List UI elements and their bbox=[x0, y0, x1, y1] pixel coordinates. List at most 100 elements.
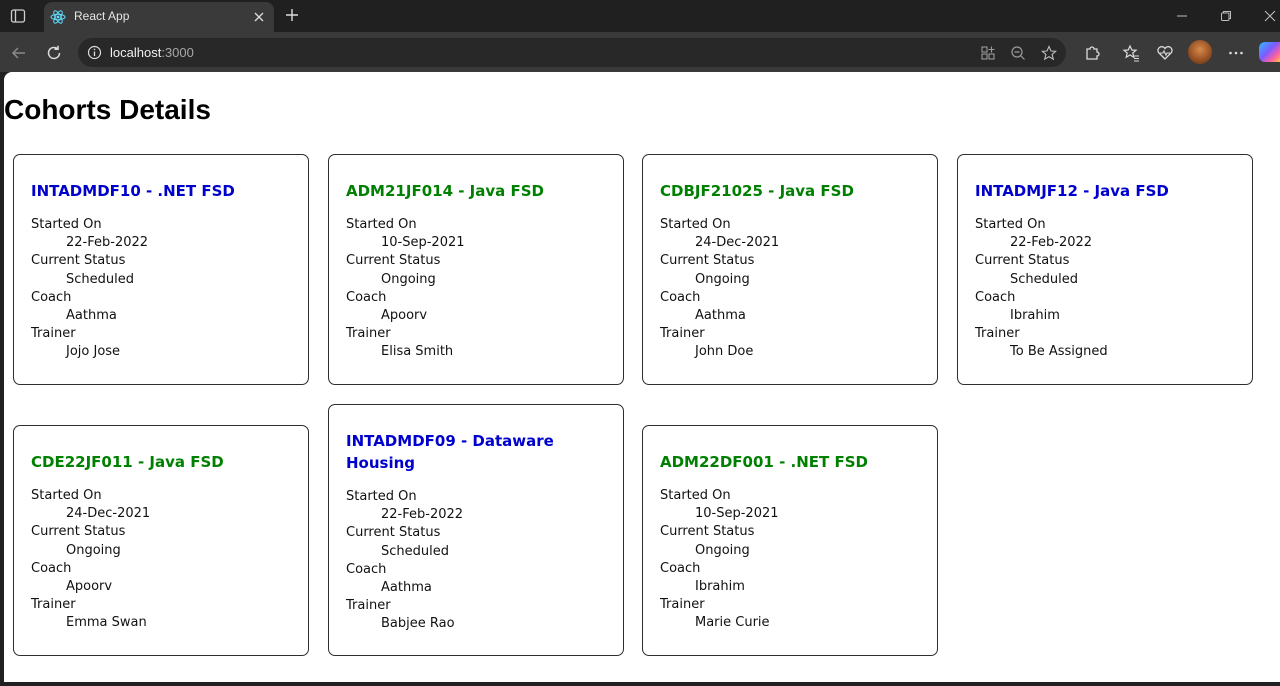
cohort-card: ADM22DF001 - .NET FSD Started On 10-Sep-20… bbox=[642, 425, 938, 656]
field-value-trainer: Babjee Rao bbox=[381, 616, 455, 632]
field-value-trainer: To Be Assigned bbox=[1010, 344, 1108, 360]
field-value-trainer: John Doe bbox=[695, 344, 754, 360]
cohort-details-list: Started On 24-Dec-2021 Current Status Ongoi… bbox=[660, 216, 779, 362]
field-label-coach: Coach bbox=[346, 561, 387, 577]
browser-toolbar: localhost:3000 bbox=[0, 32, 1280, 72]
tab-strip: React App bbox=[0, 0, 1280, 32]
cohort-card: INTADMDF10 - .NET FSD Started On 22-Feb-20… bbox=[13, 154, 309, 385]
field-value-started-on: 22-Feb-2022 bbox=[66, 235, 149, 251]
cohort-title: ADM21JF014 - Java FSD bbox=[346, 182, 544, 200]
field-value-coach: Apoorv bbox=[66, 579, 113, 595]
field-label-current-status: Current Status bbox=[346, 253, 441, 269]
field-label-current-status: Current Status bbox=[660, 253, 755, 269]
refresh-icon[interactable] bbox=[45, 44, 63, 62]
profile-avatar[interactable] bbox=[1188, 40, 1212, 64]
restore-icon[interactable] bbox=[1220, 10, 1232, 22]
cohort-details-list: Started On 22-Feb-2022 Current Status Sched… bbox=[31, 216, 148, 362]
field-label-trainer: Trainer bbox=[346, 326, 391, 342]
cohort-card: INTADMDF09 - Dataware Housing Started On 2… bbox=[328, 404, 624, 656]
field-label-coach: Coach bbox=[660, 289, 701, 305]
field-value-coach: Aathma bbox=[695, 308, 746, 324]
cohort-title: INTADMDF09 - Dataware Housing bbox=[346, 432, 554, 472]
field-value-current-status: Ongoing bbox=[66, 542, 121, 558]
cohort-title: CDE22JF011 - Java FSD bbox=[31, 453, 224, 471]
new-tab-icon[interactable] bbox=[284, 7, 300, 23]
field-label-coach: Coach bbox=[346, 289, 387, 305]
cohort-details-list: Started On 24-Dec-2021 Current Status Ongoi… bbox=[31, 487, 150, 633]
page-viewport: Cohorts Details INTADMDF10 - .NET FSD Sta… bbox=[4, 72, 1280, 682]
field-value-trainer: Emma Swan bbox=[66, 615, 147, 631]
field-value-trainer: Marie Curie bbox=[695, 615, 770, 631]
field-value-coach: Aathma bbox=[66, 308, 117, 324]
field-value-trainer: Elisa Smith bbox=[381, 344, 454, 360]
field-label-started-on: Started On bbox=[31, 488, 102, 503]
browser-tab[interactable]: React App bbox=[44, 2, 274, 32]
url-host: localhost bbox=[110, 45, 162, 60]
field-label-started-on: Started On bbox=[346, 489, 417, 504]
copilot-icon[interactable] bbox=[1259, 42, 1280, 62]
back-icon[interactable] bbox=[10, 44, 28, 62]
field-label-trainer: Trainer bbox=[660, 326, 705, 342]
field-label-trainer: Trainer bbox=[31, 326, 76, 342]
app-available-icon[interactable] bbox=[980, 45, 996, 61]
field-value-coach: Ibrahim bbox=[1010, 308, 1060, 324]
minimize-icon[interactable] bbox=[1176, 10, 1188, 22]
field-value-current-status: Scheduled bbox=[381, 543, 449, 559]
tab-title: React App bbox=[74, 9, 130, 23]
react-logo-icon bbox=[50, 10, 66, 24]
page-title: Cohorts Details bbox=[4, 94, 211, 125]
field-label-coach: Coach bbox=[31, 560, 72, 576]
field-value-coach: Aathma bbox=[381, 580, 432, 596]
field-value-coach: Ibrahim bbox=[695, 579, 745, 595]
field-label-trainer: Trainer bbox=[975, 326, 1020, 342]
url-port: :3000 bbox=[161, 45, 194, 60]
extensions-icon[interactable] bbox=[1083, 44, 1101, 62]
browser-essentials-icon[interactable] bbox=[1156, 44, 1174, 62]
cohort-details-list: Started On 10-Sep-2021 Current Status Ongoi… bbox=[660, 487, 779, 633]
field-value-started-on: 22-Feb-2022 bbox=[381, 507, 464, 523]
sidebar-toggle-icon[interactable] bbox=[10, 8, 26, 24]
zoom-out-icon[interactable] bbox=[1010, 45, 1026, 61]
field-label-started-on: Started On bbox=[31, 217, 102, 232]
favorite-star-icon[interactable] bbox=[1041, 45, 1057, 61]
field-value-current-status: Scheduled bbox=[1010, 271, 1078, 287]
field-label-trainer: Trainer bbox=[346, 598, 391, 614]
cohort-title: INTADMJF12 - Java FSD bbox=[975, 182, 1169, 200]
field-label-current-status: Current Status bbox=[660, 524, 755, 540]
field-label-started-on: Started On bbox=[660, 488, 731, 503]
field-value-started-on: 24-Dec-2021 bbox=[66, 506, 151, 522]
field-label-current-status: Current Status bbox=[31, 253, 126, 269]
field-value-started-on: 22-Feb-2022 bbox=[1010, 235, 1093, 251]
field-label-current-status: Current Status bbox=[31, 524, 126, 540]
cohort-card: CDE22JF011 - Java FSD Started On 24-Dec-20… bbox=[13, 425, 309, 656]
url-text: localhost:3000 bbox=[110, 45, 194, 60]
field-value-started-on: 10-Sep-2021 bbox=[695, 506, 779, 522]
field-value-trainer: Jojo Jose bbox=[66, 344, 121, 360]
field-value-current-status: Ongoing bbox=[695, 542, 750, 558]
cohort-details-list: Started On 10-Sep-2021 Current Status Ongoi… bbox=[346, 216, 465, 362]
field-label-started-on: Started On bbox=[346, 217, 417, 232]
field-value-current-status: Ongoing bbox=[695, 271, 750, 287]
address-bar[interactable]: localhost:3000 bbox=[78, 38, 1066, 67]
field-value-current-status: Ongoing bbox=[381, 271, 436, 287]
cohort-card: ADM21JF014 - Java FSD Started On 10-Sep-20… bbox=[328, 154, 624, 385]
field-value-started-on: 10-Sep-2021 bbox=[381, 235, 465, 251]
close-window-icon[interactable] bbox=[1264, 10, 1276, 22]
favorites-icon[interactable] bbox=[1122, 44, 1140, 62]
field-label-coach: Coach bbox=[975, 289, 1016, 305]
field-label-current-status: Current Status bbox=[346, 525, 441, 541]
cohort-details-list: Started On 22-Feb-2022 Current Status Sched… bbox=[975, 216, 1108, 362]
cohort-title: CDBJF21025 - Java FSD bbox=[660, 182, 854, 200]
cohort-card: CDBJF21025 - Java FSD Started On 24-Dec-20… bbox=[642, 154, 938, 385]
more-options-icon[interactable] bbox=[1227, 44, 1245, 62]
site-info-icon[interactable] bbox=[87, 45, 102, 60]
field-label-coach: Coach bbox=[660, 560, 701, 576]
field-label-coach: Coach bbox=[31, 289, 72, 305]
field-label-trainer: Trainer bbox=[660, 597, 705, 613]
cohort-card: INTADMJF12 - Java FSD Started On 22-Feb-20… bbox=[957, 154, 1253, 385]
cohort-title: ADM22DF001 - .NET FSD bbox=[660, 453, 868, 471]
field-label-started-on: Started On bbox=[975, 217, 1046, 232]
close-tab-icon[interactable] bbox=[252, 10, 266, 24]
field-value-coach: Apoorv bbox=[381, 308, 428, 324]
cohort-title: INTADMDF10 - .NET FSD bbox=[31, 182, 235, 200]
